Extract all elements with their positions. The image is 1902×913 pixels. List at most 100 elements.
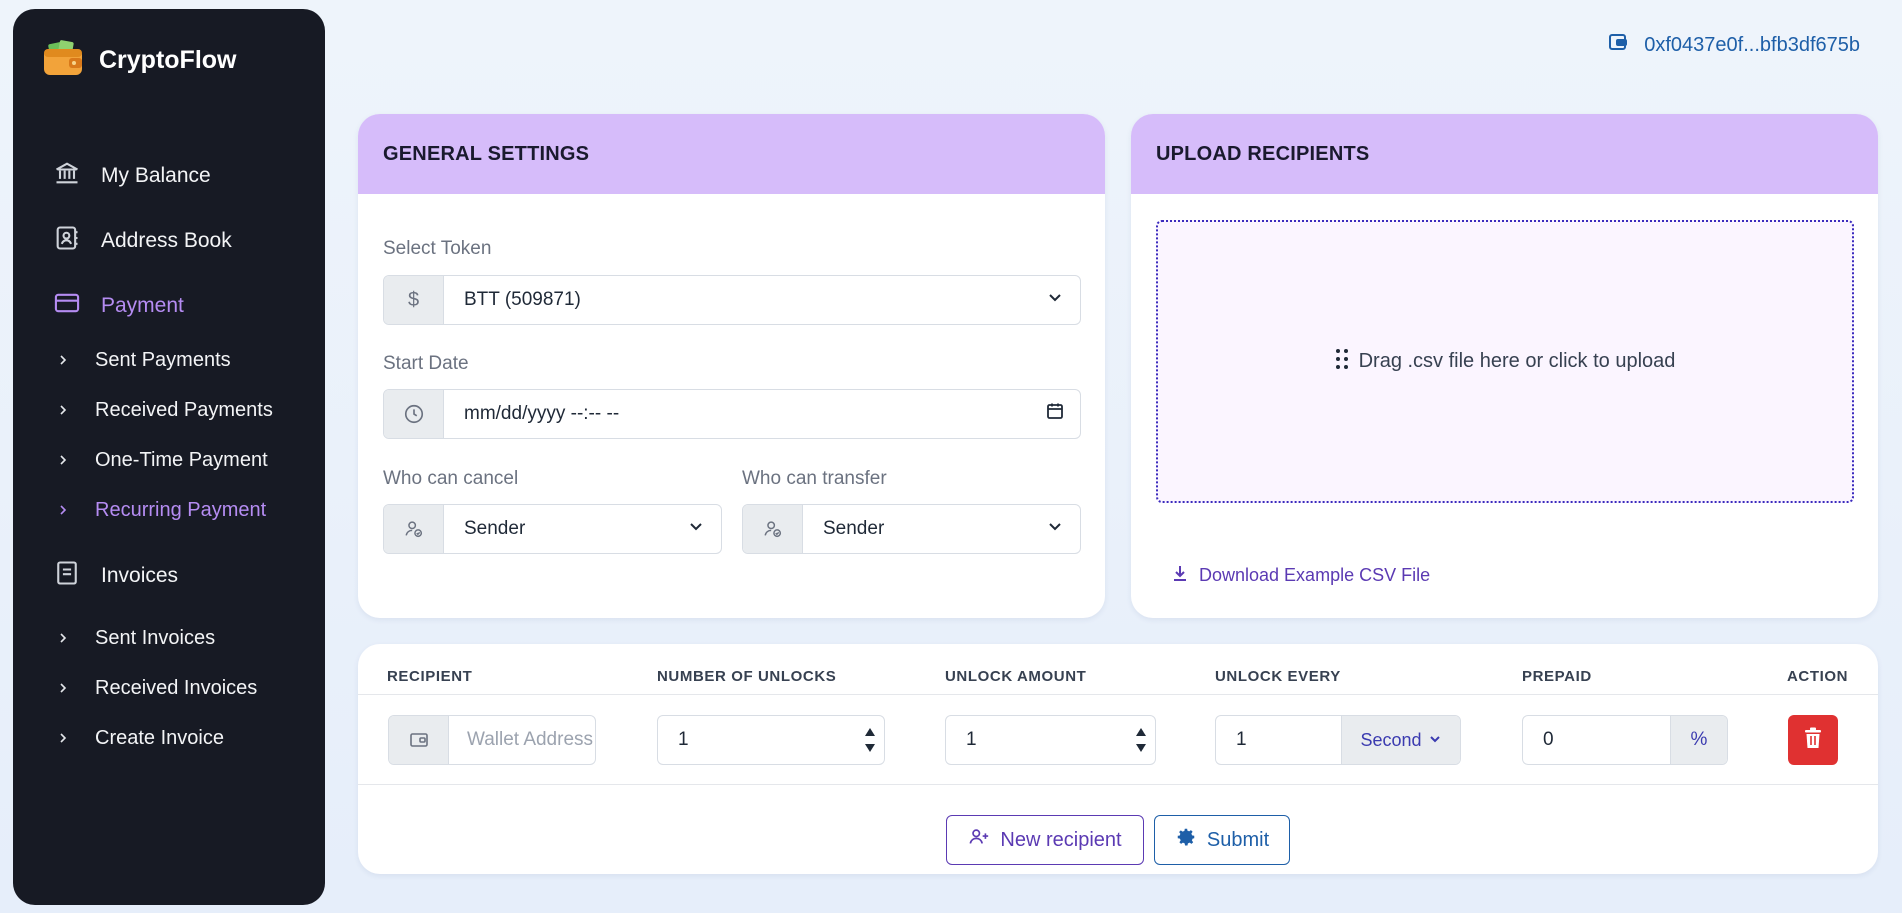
stepper-up-icon[interactable] — [864, 727, 876, 737]
column-header-number-of-unlocks: NUMBER OF UNLOCKS — [657, 668, 837, 685]
number-of-unlocks-input[interactable]: 1 — [657, 715, 885, 765]
sidebar-item-label: Invoices — [101, 564, 179, 587]
percent-addon: % — [1671, 716, 1727, 764]
number-of-unlocks-value: 1 — [678, 729, 689, 750]
column-header-unlock-every: UNLOCK EVERY — [1215, 668, 1341, 685]
submit-button[interactable]: Submit — [1154, 815, 1290, 865]
table-divider — [358, 694, 1878, 695]
token-select-control[interactable]: BTT (509871) — [444, 276, 1080, 324]
select-token-label: Select Token — [383, 238, 492, 259]
number-stepper[interactable] — [856, 716, 884, 764]
trash-icon — [1803, 727, 1823, 754]
table-divider — [358, 784, 1878, 785]
stepper-down-icon[interactable] — [1135, 743, 1147, 753]
sidebar-item-recurring-payment[interactable]: Recurring Payment — [57, 499, 266, 522]
sidebar-item-label: Address Book — [101, 229, 232, 252]
gear-icon — [1175, 826, 1197, 854]
wallet-icon — [389, 716, 449, 764]
column-header-unlock-amount: UNLOCK AMOUNT — [945, 668, 1087, 685]
who-can-cancel-label: Who can cancel — [383, 468, 519, 489]
recipient-wallet-placeholder: Wallet Address — [467, 729, 594, 750]
wallet-icon — [43, 39, 83, 82]
token-value: BTT (509871) — [464, 289, 581, 310]
sidebar-item-my-balance[interactable]: My Balance — [53, 159, 211, 193]
prepaid-input[interactable]: 0 % — [1522, 715, 1728, 765]
chevron-right-icon — [57, 677, 69, 700]
who-can-cancel-value: Sender — [464, 518, 526, 539]
unlock-every-value: 1 — [1216, 716, 1342, 764]
bank-icon — [53, 159, 81, 193]
chevron-right-icon — [57, 349, 69, 372]
unlock-every-unit-select[interactable]: Second — [1342, 716, 1460, 764]
upload-recipients-card: UPLOAD RECIPIENTS Drag .csv file here or… — [1131, 114, 1878, 618]
download-link-text: Download Example CSV File — [1199, 565, 1431, 585]
who-can-transfer-select[interactable]: Sender — [742, 504, 1081, 554]
add-user-icon — [968, 826, 990, 854]
submit-label: Submit — [1206, 828, 1270, 851]
user-check-icon — [743, 505, 803, 553]
credit-card-icon — [53, 289, 81, 323]
column-header-action: ACTION — [1787, 668, 1849, 685]
sidebar-item-sent-payments[interactable]: Sent Payments — [57, 349, 231, 372]
sidebar-item-label: Recurring Payment — [95, 499, 267, 521]
sidebar: CryptoFlow My Balance Address Book Payme… — [13, 9, 325, 905]
token-select[interactable]: $ BTT (509871) — [383, 275, 1081, 325]
who-can-transfer-value: Sender — [823, 518, 885, 539]
chevron-down-icon — [1046, 517, 1064, 541]
chevron-right-icon — [57, 399, 69, 422]
invoice-icon — [53, 559, 81, 593]
recipient-wallet-input[interactable]: Wallet Address — [388, 715, 596, 765]
brand[interactable]: CryptoFlow — [43, 39, 237, 82]
column-header-prepaid: PREPAID — [1522, 668, 1592, 685]
contact-book-icon — [53, 224, 81, 258]
sidebar-item-sent-invoices[interactable]: Sent Invoices — [57, 627, 215, 650]
stepper-up-icon[interactable] — [1135, 727, 1147, 737]
csv-dropzone[interactable]: Drag .csv file here or click to upload — [1156, 220, 1854, 503]
who-can-cancel-control[interactable]: Sender — [444, 505, 721, 553]
start-date-value: mm/dd/yyyy --:-- -- — [464, 403, 620, 424]
column-header-recipient: RECIPIENT — [387, 668, 473, 685]
unlock-every-unit: Second — [1360, 729, 1422, 750]
sidebar-item-label: Sent Invoices — [95, 627, 216, 649]
who-can-cancel-select[interactable]: Sender — [383, 504, 722, 554]
chevron-right-icon — [57, 449, 69, 472]
download-example-csv-link[interactable]: Download Example CSV File — [1171, 564, 1430, 587]
card-title: GENERAL SETTINGS — [358, 114, 1105, 194]
wallet-address: 0xf0437e0f...bfb3df675b — [1644, 33, 1860, 56]
app-title: CryptoFlow — [99, 46, 237, 74]
recipients-table-card: RECIPIENT NUMBER OF UNLOCKS UNLOCK AMOUN… — [358, 644, 1878, 874]
download-icon — [1171, 564, 1189, 587]
who-can-transfer-control[interactable]: Sender — [803, 505, 1080, 553]
start-date-control[interactable]: mm/dd/yyyy --:-- -- — [444, 390, 1080, 438]
start-date-input[interactable]: mm/dd/yyyy --:-- -- — [383, 389, 1081, 439]
calendar-icon[interactable] — [1046, 402, 1064, 426]
unlock-amount-input[interactable]: 1 — [945, 715, 1156, 765]
who-can-transfer-label: Who can transfer — [742, 468, 887, 489]
sidebar-item-received-payments[interactable]: Received Payments — [57, 399, 273, 422]
general-settings-card: GENERAL SETTINGS Select Token $ BTT (509… — [358, 114, 1105, 618]
sidebar-item-address-book[interactable]: Address Book — [53, 224, 232, 258]
sidebar-item-create-invoice[interactable]: Create Invoice — [57, 727, 224, 750]
chevron-down-icon — [1428, 730, 1442, 751]
sidebar-item-label: One-Time Payment — [95, 449, 268, 471]
new-recipient-button[interactable]: New recipient — [946, 815, 1144, 865]
sidebar-item-invoices[interactable]: Invoices — [53, 559, 178, 593]
sidebar-item-received-invoices[interactable]: Received Invoices — [57, 677, 257, 700]
new-recipient-label: New recipient — [1000, 828, 1122, 851]
wallet-address-button[interactable]: 0xf0437e0f...bfb3df675b — [1608, 32, 1860, 58]
dollar-icon: $ — [384, 276, 444, 324]
sidebar-item-label: Create Invoice — [95, 727, 224, 749]
start-date-label: Start Date — [383, 353, 469, 374]
sidebar-item-one-time-payment[interactable]: One-Time Payment — [57, 449, 268, 472]
wallet-icon — [1608, 32, 1628, 58]
sidebar-item-label: Sent Payments — [95, 349, 231, 371]
chevron-right-icon — [57, 727, 69, 750]
unlock-every-input[interactable]: 1 Second — [1215, 715, 1461, 765]
sidebar-item-payment[interactable]: Payment — [53, 289, 184, 323]
number-stepper[interactable] — [1127, 716, 1155, 764]
sidebar-item-label: My Balance — [101, 164, 211, 187]
delete-row-button[interactable] — [1788, 715, 1838, 765]
chevron-right-icon — [57, 627, 69, 650]
stepper-down-icon[interactable] — [864, 743, 876, 753]
prepaid-value: 0 — [1523, 716, 1671, 764]
